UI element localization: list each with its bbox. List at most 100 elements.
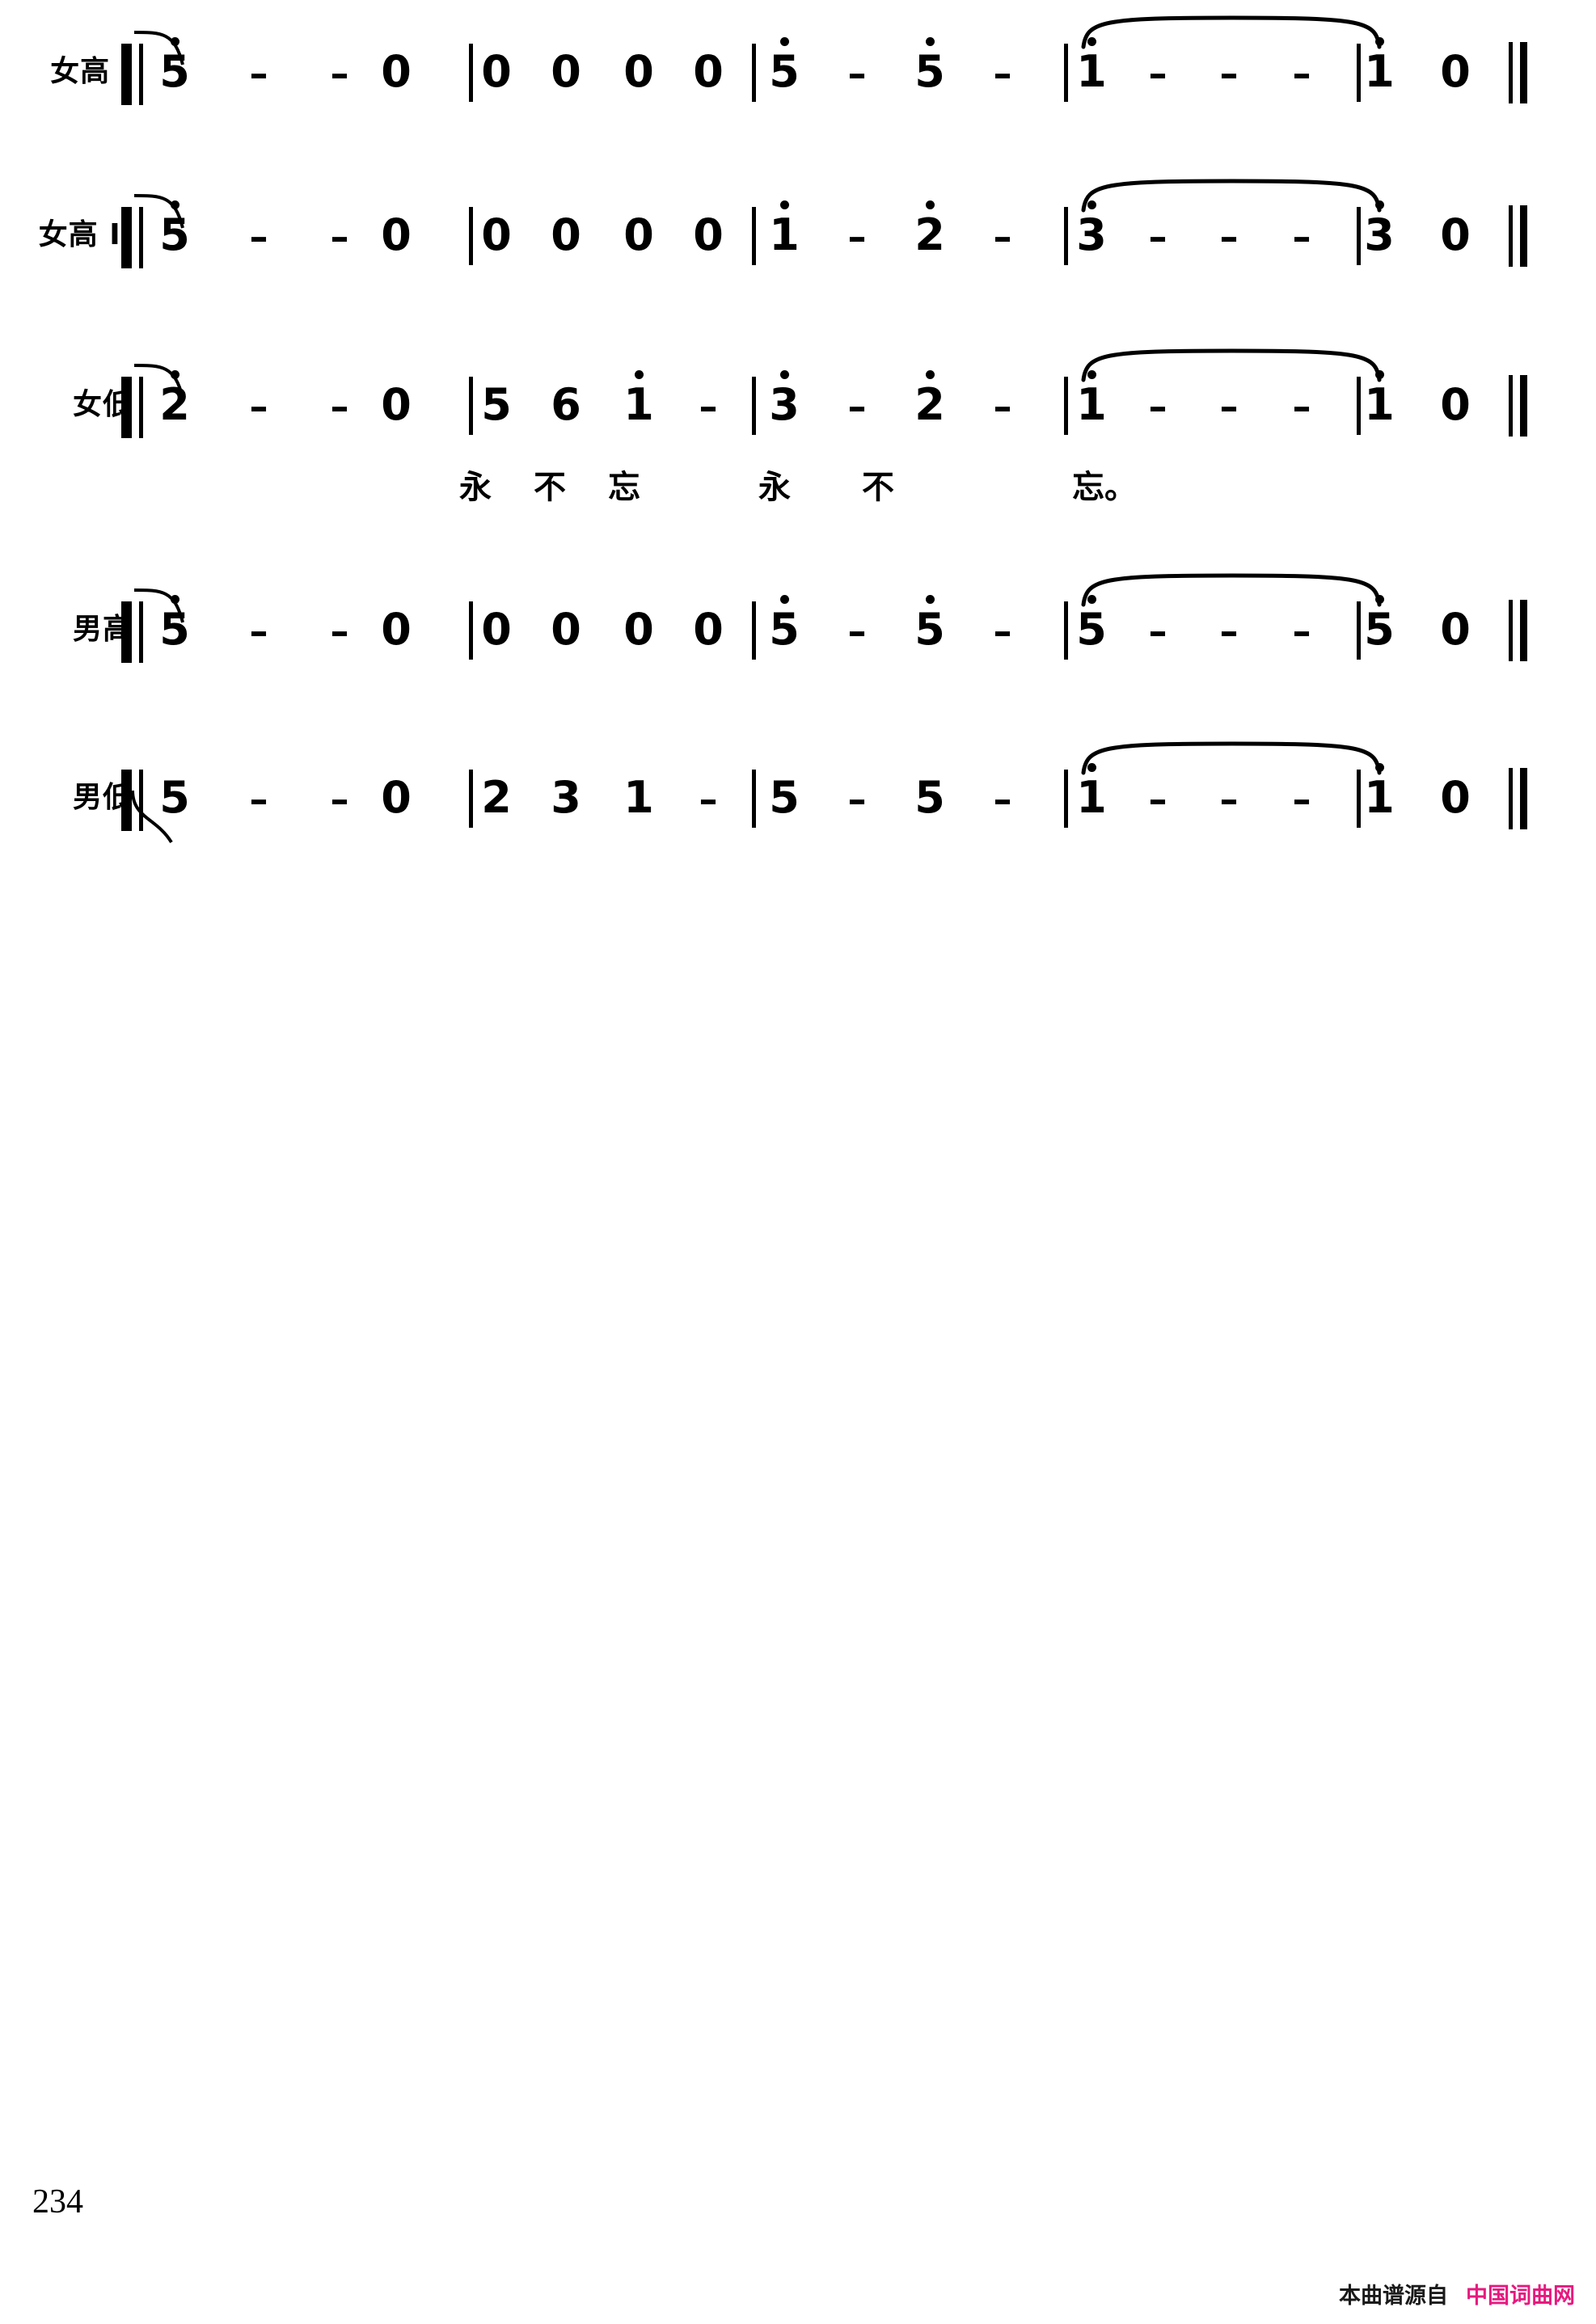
note: 1 xyxy=(1364,772,1395,823)
octave-dot-icon xyxy=(171,37,179,46)
note: 5 xyxy=(159,46,190,97)
note: – xyxy=(249,609,268,653)
system-barline-thin xyxy=(139,770,143,831)
part-label-soprano-1: 女高 I xyxy=(50,55,133,88)
watermark-site-link[interactable]: 中国词曲网 xyxy=(1466,2284,1575,2309)
note: 1 xyxy=(1076,772,1107,823)
system-barline xyxy=(121,377,154,438)
final-barline-thin xyxy=(1509,42,1513,103)
note: – xyxy=(993,778,1012,821)
lyric-syllable: 不 xyxy=(862,469,894,506)
final-barline-thin xyxy=(1509,375,1513,437)
note: 2 xyxy=(914,379,945,430)
system-barline xyxy=(121,770,154,831)
octave-dot-icon xyxy=(1375,37,1384,46)
note: 5 xyxy=(914,46,945,97)
system-barline-thick xyxy=(121,770,132,831)
note: 5 xyxy=(1364,604,1395,655)
note: 0 xyxy=(381,46,412,97)
note: – xyxy=(1219,215,1239,259)
note: – xyxy=(330,52,349,95)
note: – xyxy=(1219,52,1239,95)
note: 0 xyxy=(693,209,724,260)
note: – xyxy=(330,609,349,653)
note: – xyxy=(699,385,718,428)
note: 0 xyxy=(623,46,654,97)
final-barline-thick xyxy=(1520,205,1527,267)
note: – xyxy=(1148,52,1167,95)
note: 2 xyxy=(159,379,190,430)
barline xyxy=(752,770,756,828)
note: 0 xyxy=(1440,604,1471,655)
tie-slur-icon xyxy=(1081,741,1382,775)
octave-dot-icon xyxy=(1087,200,1096,209)
barline xyxy=(1357,770,1361,828)
note: 5 xyxy=(481,379,512,430)
octave-dot-icon xyxy=(780,200,789,209)
note: 3 xyxy=(1076,209,1107,260)
note: – xyxy=(847,52,867,95)
staff-row-soprano-1: 女高 I 5– –0 0 0 0 0 5–5–1– – –1 0 xyxy=(0,8,1596,129)
final-barline-thin xyxy=(1509,768,1513,829)
system-barline-thin xyxy=(139,207,143,268)
watermark-prefix: 本曲谱源自 xyxy=(1339,2284,1448,2309)
note: 3 xyxy=(551,772,581,823)
page-number: 234 xyxy=(32,2183,83,2221)
note: 5 xyxy=(159,772,190,823)
note: 0 xyxy=(623,209,654,260)
octave-dot-icon xyxy=(1087,763,1096,772)
octave-dot-icon xyxy=(171,595,179,604)
part-label-bass: 男低 xyxy=(72,781,133,814)
barline xyxy=(1064,770,1068,828)
note: – xyxy=(993,215,1012,259)
note: 5 xyxy=(914,772,945,823)
barline xyxy=(469,44,473,102)
octave-dot-icon xyxy=(171,370,179,379)
note: – xyxy=(1219,385,1239,428)
choral-score: 女高 I 5– –0 0 0 0 0 5–5–1– – –1 0 女高 II 5– –0 0 0 0 0 1–2–3… xyxy=(0,0,1596,844)
tie-slur-icon xyxy=(1081,573,1382,607)
octave-dot-icon xyxy=(171,200,179,209)
octave-dot-icon xyxy=(926,595,935,604)
note: 5 xyxy=(159,604,190,655)
staff-row-bass: 男低 5– –0 2 3 1–5–5–1– – –1 0 xyxy=(0,734,1596,855)
note: – xyxy=(1148,385,1167,428)
note: – xyxy=(1148,215,1167,259)
note: 0 xyxy=(1440,46,1471,97)
system-barline-thick xyxy=(121,207,132,268)
octave-dot-icon xyxy=(1375,595,1384,604)
note: – xyxy=(1148,609,1167,653)
part-label-tenor: 男高 xyxy=(72,613,133,646)
note: – xyxy=(993,385,1012,428)
lyric-syllable: 永 xyxy=(459,469,492,506)
system-barline-thin xyxy=(139,377,143,438)
octave-dot-icon xyxy=(1375,370,1384,379)
note: – xyxy=(847,215,867,259)
barline xyxy=(1357,377,1361,435)
note: – xyxy=(330,778,349,821)
note: 0 xyxy=(623,604,654,655)
note: 5 xyxy=(769,772,800,823)
note: 1 xyxy=(1364,379,1395,430)
note: 5 xyxy=(769,46,800,97)
note: 1 xyxy=(1076,379,1107,430)
note: 0 xyxy=(693,46,724,97)
barline xyxy=(752,601,756,660)
note: – xyxy=(1292,215,1311,259)
note: 2 xyxy=(481,772,512,823)
barline xyxy=(469,207,473,265)
system-barline-thick xyxy=(121,601,132,663)
note: 0 xyxy=(1440,209,1471,260)
note: – xyxy=(847,385,867,428)
note: – xyxy=(847,778,867,821)
note: 0 xyxy=(381,209,412,260)
barline xyxy=(469,770,473,828)
note: 0 xyxy=(1440,772,1471,823)
note: 5 xyxy=(159,209,190,260)
system-barline xyxy=(121,44,154,105)
octave-dot-icon xyxy=(780,37,789,46)
staff-row-soprano-2: 女高 II 5– –0 0 0 0 0 1–2–3– – –3 0 xyxy=(0,171,1596,293)
octave-dot-icon xyxy=(1375,200,1384,209)
note: – xyxy=(1292,778,1311,821)
note: 0 xyxy=(551,209,581,260)
